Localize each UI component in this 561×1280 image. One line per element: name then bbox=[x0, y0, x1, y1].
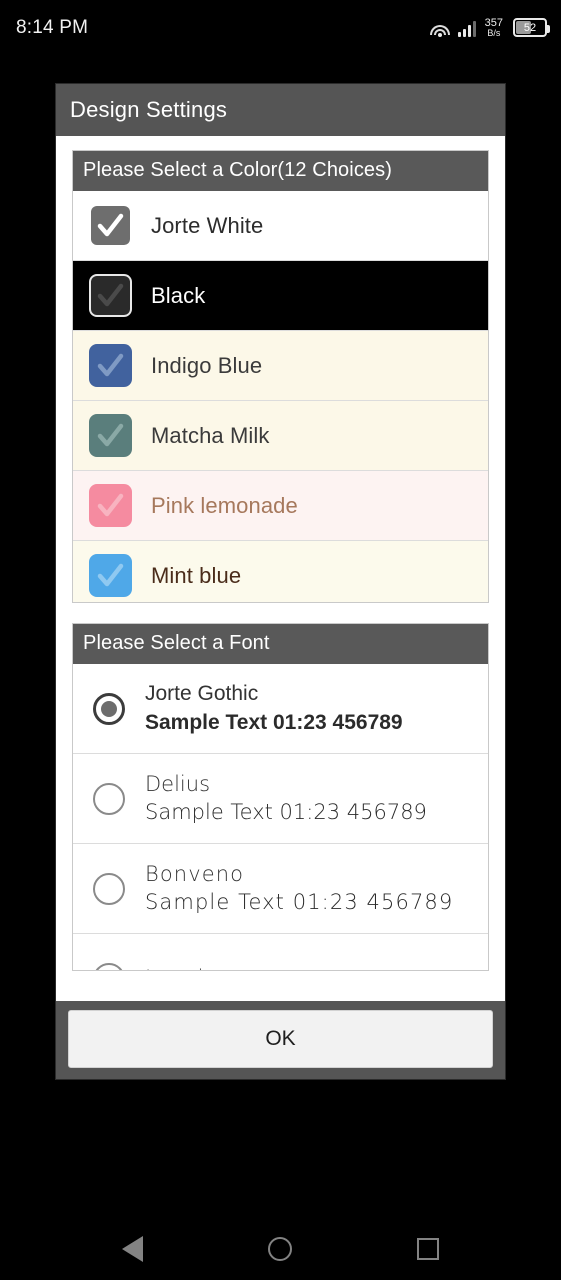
font-list[interactable]: Jorte Gothic Sample Text 01:23 456789 Deli… bbox=[73, 664, 488, 970]
color-checkbox[interactable] bbox=[91, 556, 130, 595]
font-option-texts: Delius Sample Text 01:23 456789 bbox=[145, 771, 427, 827]
font-option-row[interactable]: Bonveno Sample Text 01:23 456789 bbox=[73, 844, 488, 934]
font-sample-text: Sample Text 01:23 456789 bbox=[145, 889, 454, 914]
color-option-label: Black bbox=[151, 282, 206, 308]
signal-icon bbox=[457, 19, 476, 37]
font-sample-text: Sample Text 01:23 456789 bbox=[145, 799, 427, 824]
font-group: Please Select a Font Jorte Gothic Sample … bbox=[72, 623, 489, 971]
dialog-title: Design Settings bbox=[56, 84, 505, 136]
font-option-texts: Bonveno Sample Text 01:23 456789 bbox=[145, 861, 453, 917]
font-group-header: Please Select a Font bbox=[73, 624, 488, 664]
color-checkbox[interactable] bbox=[91, 346, 130, 385]
color-group-header: Please Select a Color(12 Choices) bbox=[73, 151, 488, 191]
recents-icon[interactable] bbox=[416, 1238, 439, 1260]
color-option-row[interactable]: Jorte White bbox=[73, 191, 488, 261]
color-option-label: Mint blue bbox=[151, 562, 242, 588]
font-option-texts: Jorte Gothic Sample Text 01:23 456789 bbox=[145, 681, 403, 737]
color-option-row[interactable]: Matcha Milk bbox=[73, 401, 488, 471]
font-sample-text: Sample Text 01:23 456789 bbox=[145, 710, 403, 734]
font-option-row[interactable]: Jorte Gothic Sample Text 01:23 456789 bbox=[73, 664, 488, 754]
home-icon[interactable] bbox=[267, 1237, 292, 1261]
color-option-row[interactable]: Indigo Blue bbox=[73, 331, 488, 401]
status-bar: 8:14 PM 357 B/s 52 bbox=[0, 0, 561, 56]
font-option-row[interactable]: Delius Sample Text 01:23 456789 bbox=[73, 754, 488, 844]
dialog-footer: OK bbox=[56, 1001, 505, 1079]
dialog-body: Please Select a Color(12 Choices) Jorte … bbox=[56, 136, 505, 1001]
design-settings-dialog: Design Settings Please Select a Color(12… bbox=[56, 84, 505, 1079]
battery-icon: 52 bbox=[513, 18, 550, 38]
color-checkbox[interactable] bbox=[91, 416, 130, 455]
color-option-label: Jorte White bbox=[151, 212, 264, 238]
font-radio-button[interactable] bbox=[93, 872, 125, 905]
network-speed: 357 B/s bbox=[485, 17, 503, 39]
color-checkbox[interactable] bbox=[91, 486, 130, 525]
color-option-row[interactable]: Mint blue bbox=[73, 541, 488, 602]
color-group: Please Select a Color(12 Choices) Jorte … bbox=[72, 150, 489, 603]
font-radio-button[interactable] bbox=[93, 962, 125, 970]
color-option-label: Matcha Milk bbox=[151, 422, 270, 448]
font-name-label: Delius bbox=[145, 771, 211, 796]
navigation-bar bbox=[0, 1218, 561, 1280]
network-unit: B/s bbox=[487, 28, 501, 39]
battery-level: 52 bbox=[523, 21, 537, 34]
font-name-label: Junction bbox=[145, 965, 230, 970]
font-radio-button[interactable] bbox=[93, 782, 125, 815]
color-checkbox[interactable] bbox=[91, 276, 130, 315]
color-option-label: Pink lemonade bbox=[151, 492, 298, 518]
font-option-texts: Junction bbox=[145, 965, 230, 970]
ok-button[interactable]: OK bbox=[68, 1010, 493, 1068]
color-option-row[interactable]: Black bbox=[73, 261, 488, 331]
status-time: 8:14 PM bbox=[16, 17, 89, 38]
font-name-label: Bonveno bbox=[145, 861, 245, 886]
wifi-icon bbox=[429, 19, 451, 37]
font-radio-button[interactable] bbox=[93, 692, 125, 725]
screen-area: Design Settings Please Select a Color(12… bbox=[0, 56, 561, 1280]
color-option-label: Indigo Blue bbox=[151, 352, 263, 378]
status-icons: 357 B/s 52 bbox=[429, 17, 550, 39]
color-checkbox[interactable] bbox=[91, 206, 130, 245]
font-option-row[interactable]: Junction bbox=[73, 934, 488, 970]
font-name-label: Jorte Gothic bbox=[145, 681, 259, 705]
color-option-row[interactable]: Pink lemonade bbox=[73, 471, 488, 541]
back-icon[interactable] bbox=[122, 1236, 144, 1262]
color-list[interactable]: Jorte White Black Indigo Blue Matcha Milk Pi… bbox=[73, 191, 488, 602]
